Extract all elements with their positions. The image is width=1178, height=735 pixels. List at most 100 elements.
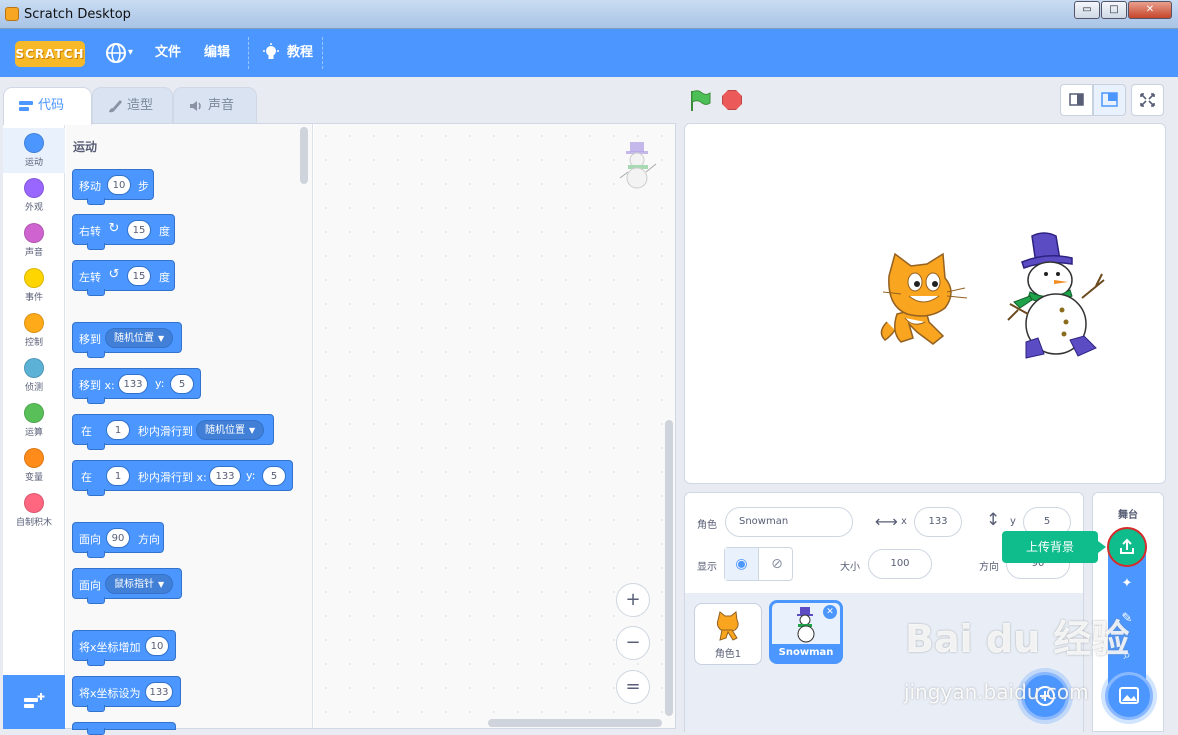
block-move-steps[interactable]: 移动 10 步 bbox=[72, 169, 154, 205]
glide-dropdown[interactable]: 随机位置 ▼ bbox=[196, 420, 265, 440]
snowman-sprite[interactable] bbox=[1004, 230, 1108, 364]
block-glide-xy[interactable]: 在 1 秒内滑行到 x: 133 y: 5 bbox=[72, 460, 293, 496]
towards-dropdown[interactable]: 鼠标指针 ▼ bbox=[105, 574, 174, 594]
scratch-logo[interactable]: SCRATCH bbox=[15, 41, 85, 67]
green-flag-icon[interactable] bbox=[688, 89, 712, 113]
tab-costumes[interactable]: 造型 bbox=[92, 87, 173, 124]
block-text: 秒内滑行到 x: bbox=[138, 471, 207, 484]
block-text: 方向 bbox=[138, 533, 160, 546]
snowman-thumb-icon bbox=[797, 607, 815, 643]
goto-dropdown[interactable]: 随机位置 ▼ bbox=[105, 328, 174, 348]
cat-sprite[interactable] bbox=[877, 252, 969, 358]
zoom-reset-button[interactable]: = bbox=[616, 670, 650, 704]
block-change-x[interactable]: 将x坐标增加 10 bbox=[72, 630, 176, 666]
delete-sprite-icon[interactable]: ✕ bbox=[823, 605, 837, 619]
choose-backdrop-button[interactable] bbox=[1105, 672, 1153, 720]
block-input[interactable]: 133 bbox=[145, 682, 173, 702]
upload-backdrop-button[interactable] bbox=[1107, 527, 1147, 567]
block-text: 移到 bbox=[79, 333, 101, 346]
block-goto-xy[interactable]: 移到 x: 133 y: 5 bbox=[72, 368, 201, 404]
category-operators[interactable]: 运算 bbox=[3, 398, 65, 443]
block-input[interactable]: 133 bbox=[118, 374, 148, 394]
normal-stage-button[interactable] bbox=[1093, 84, 1126, 116]
block-text: 右转 bbox=[79, 225, 101, 238]
add-extension-button[interactable] bbox=[3, 675, 65, 729]
menu-file[interactable]: 文件 bbox=[155, 29, 181, 77]
eye-icon[interactable]: ◉ bbox=[725, 548, 759, 580]
block-input[interactable]: 10 bbox=[145, 636, 169, 656]
block-point-direction[interactable]: 面向 90 方向 bbox=[72, 522, 164, 558]
category-my-blocks[interactable]: 自制积木 bbox=[3, 488, 65, 533]
surprise-backdrop-icon[interactable]: ✦ bbox=[1116, 573, 1138, 595]
sprite-name-input[interactable]: Snowman bbox=[725, 507, 853, 537]
size-input[interactable]: 100 bbox=[868, 549, 932, 579]
tab-sounds[interactable]: 声音 bbox=[173, 87, 257, 124]
zoom-out-button[interactable]: − bbox=[616, 626, 650, 660]
stage-canvas[interactable] bbox=[684, 123, 1166, 484]
chevron-down-icon[interactable]: ▾ bbox=[128, 29, 133, 77]
sprite-thumb-sprite1[interactable]: 角色1 bbox=[694, 603, 762, 665]
block-input[interactable]: 5 bbox=[262, 466, 286, 486]
category-sensing[interactable]: 侦测 bbox=[3, 353, 65, 398]
category-dot bbox=[24, 313, 44, 333]
block-text: 移到 x: bbox=[79, 379, 115, 392]
menu-edit[interactable]: 编辑 bbox=[204, 29, 230, 77]
block-input[interactable]: 133 bbox=[209, 466, 241, 486]
block-set-x[interactable]: 将x坐标设为 133 bbox=[72, 676, 181, 712]
block-glide[interactable]: 在 1 秒内滑行到 随机位置 ▼ bbox=[72, 414, 274, 450]
block-partial[interactable] bbox=[72, 722, 176, 735]
tab-code-label: 代码 bbox=[38, 98, 65, 113]
menu-divider bbox=[248, 37, 249, 69]
lightbulb-icon[interactable] bbox=[261, 43, 281, 63]
block-input[interactable]: 1 bbox=[106, 466, 130, 486]
category-events[interactable]: 事件 bbox=[3, 263, 65, 308]
x-position-input[interactable]: 133 bbox=[914, 507, 962, 537]
menu-bar: SCRATCH ▾ 文件 编辑 教程 bbox=[0, 29, 1178, 77]
block-text: 将x坐标增加 bbox=[79, 641, 141, 654]
block-point-towards[interactable]: 面向 鼠标指针 ▼ bbox=[72, 568, 182, 604]
minimize-button[interactable]: ▭ bbox=[1074, 1, 1100, 19]
block-input[interactable]: 15 bbox=[127, 266, 151, 286]
block-input[interactable]: 10 bbox=[107, 175, 131, 195]
fullscreen-button[interactable] bbox=[1131, 84, 1164, 116]
stop-icon[interactable] bbox=[722, 90, 742, 110]
tab-code[interactable]: 代码 bbox=[3, 87, 92, 125]
workspace-v-scrollbar[interactable] bbox=[665, 420, 673, 716]
category-dot bbox=[24, 133, 44, 153]
scratch-app-icon bbox=[5, 7, 19, 21]
zoom-in-button[interactable]: + bbox=[616, 583, 650, 617]
block-input[interactable]: 5 bbox=[170, 374, 194, 394]
eye-slash-icon[interactable]: ⊘ bbox=[760, 548, 794, 580]
block-turn-right[interactable]: 右转 ↻ 15 度 bbox=[72, 214, 175, 250]
category-variables[interactable]: 变量 bbox=[3, 443, 65, 488]
block-goto[interactable]: 移到 随机位置 ▼ bbox=[72, 322, 182, 358]
paintbrush-icon bbox=[109, 100, 122, 113]
category-sound[interactable]: 声音 bbox=[3, 218, 65, 263]
size-label: 大小 bbox=[840, 562, 860, 573]
category-label: 运算 bbox=[24, 428, 43, 438]
small-stage-button[interactable] bbox=[1060, 84, 1093, 116]
block-input[interactable]: 1 bbox=[106, 420, 130, 440]
block-turn-left[interactable]: 左转 ↺ 15 度 bbox=[72, 260, 175, 296]
category-control[interactable]: 控制 bbox=[3, 308, 65, 353]
direction-label: 方向 bbox=[979, 562, 999, 573]
block-input[interactable]: 90 bbox=[106, 528, 130, 548]
menu-tutorials[interactable]: 教程 bbox=[287, 29, 313, 77]
category-label: 外观 bbox=[24, 203, 43, 213]
window-titlebar: Scratch Desktop ▭ □ ✕ bbox=[0, 0, 1178, 29]
workspace-h-scrollbar[interactable] bbox=[488, 719, 662, 727]
category-looks[interactable]: 外观 bbox=[3, 173, 65, 218]
maximize-button[interactable]: □ bbox=[1101, 1, 1127, 19]
block-input[interactable]: 15 bbox=[127, 220, 151, 240]
sprite-thumb-snowman[interactable]: ✕ Snowman bbox=[769, 600, 843, 664]
cat-thumb-icon bbox=[716, 611, 739, 641]
palette-scrollbar[interactable] bbox=[300, 127, 308, 184]
globe-icon[interactable] bbox=[105, 42, 127, 64]
category-label: 侦测 bbox=[24, 383, 43, 393]
category-motion[interactable]: 运动 bbox=[3, 128, 65, 173]
fullscreen-icon bbox=[1140, 93, 1155, 107]
sprite-thumb-name: Snowman bbox=[772, 644, 840, 661]
close-button[interactable]: ✕ bbox=[1128, 1, 1172, 19]
block-categories: 运动 外观 声音 事件 控制 侦测 运算 变量 自制积木 bbox=[3, 123, 65, 729]
block-text: 左转 bbox=[79, 271, 101, 284]
